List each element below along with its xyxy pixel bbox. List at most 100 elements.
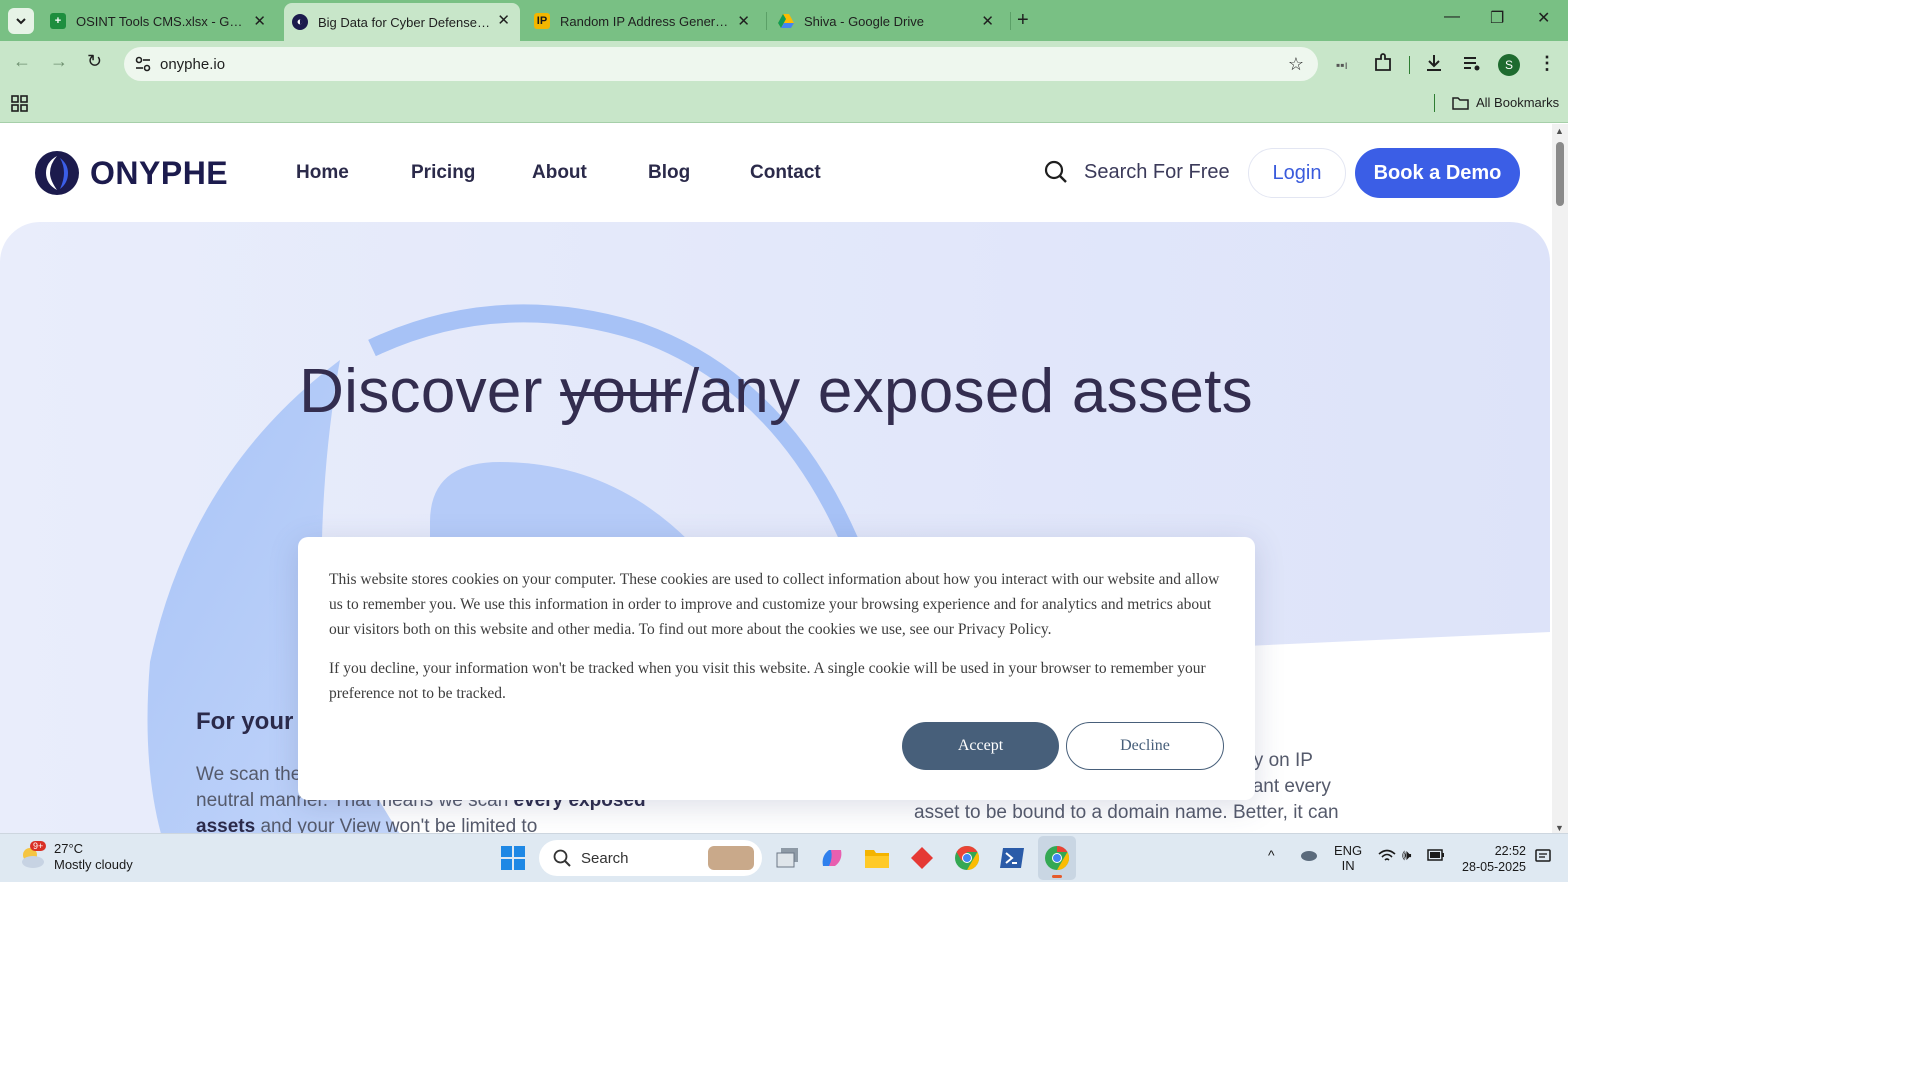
body-line: asset to be bound to a domain name. Bett… [914,802,1339,823]
tab-google-drive[interactable]: Shiva - Google Drive ✕ [772,4,1004,38]
scroll-up-icon[interactable]: ▲ [1555,126,1564,136]
system-clock[interactable]: 22:52 28-05-2025 [1460,843,1526,875]
tab-strip: + OSINT Tools CMS.xlsx - Google ✕ ◐ Big … [0,0,1568,41]
hero-title-post: /any exposed assets [681,357,1253,426]
profile-avatar[interactable]: S [1498,54,1520,76]
cookie-text-secondary: If you decline, your information won't b… [329,660,1206,702]
site-info-icon[interactable] [134,55,152,78]
clock-time: 22:52 [1494,844,1526,858]
search-highlight-icon [708,846,754,870]
ip-icon: IP [534,13,550,29]
wifi-icon[interactable] [1378,849,1396,866]
reload-icon[interactable]: ↻ [87,51,102,72]
logo-text: ONYPHE [90,154,229,191]
clock-date: 28-05-2025 [1462,860,1526,874]
decline-cookies-button[interactable]: Decline [1066,722,1224,770]
windows-taskbar: 9+ 27°C Mostly cloudy Search ^ ENG IN 🕪 … [0,833,1568,882]
close-window-icon[interactable]: ✕ [1537,8,1550,28]
site-logo[interactable]: ONYPHE [34,150,228,196]
hero-title: Discover your/any exposed assets [0,356,1552,427]
accept-cookies-button[interactable]: Accept [902,722,1059,770]
tab-title: Random IP Address Generator, [560,13,730,29]
nav-contact[interactable]: Contact [750,162,821,184]
copilot-icon[interactable] [818,844,846,872]
book-demo-button[interactable]: Book a Demo [1355,148,1520,198]
file-explorer-icon[interactable] [863,844,891,872]
taskbar-search[interactable]: Search [539,840,762,876]
weather-widget[interactable]: 9+ 27°C Mostly cloudy [18,841,133,873]
main-nav: Home Pricing About Blog Contact [296,162,821,184]
scrollbar-thumb[interactable] [1556,142,1564,206]
region-code: IN [1341,858,1355,873]
minimize-icon[interactable]: — [1444,8,1460,26]
all-bookmarks-label: All Bookmarks [1476,95,1560,110]
cookie-text-primary: This website stores cookies on your comp… [329,571,1220,638]
page-viewport: Discover your/any exposed assets For you… [0,124,1552,833]
tab-search-button[interactable] [8,8,34,34]
back-icon[interactable]: ← [13,51,31,72]
search-for-free-link[interactable]: Search For Free [1044,160,1230,184]
powershell-icon[interactable] [998,844,1026,872]
bookmark-star-icon[interactable]: ☆ [1288,54,1304,75]
weather-badge: 9+ [30,841,47,851]
forward-icon[interactable]: → [50,51,68,72]
chevron-down-icon [16,18,26,25]
close-icon[interactable]: ✕ [981,12,994,30]
tab-onyphe[interactable]: ◐ Big Data for Cyber Defense | Ol ✕ [284,3,520,41]
drive-icon [778,13,794,29]
tab-title: Shiva - Google Drive [804,13,924,29]
toolbar-separator [1409,56,1410,74]
onyphe-logo-icon [35,151,79,195]
new-tab-button[interactable]: + [1017,9,1029,32]
bookmarks-bar: All Bookmarks [0,87,1568,123]
task-view-icon[interactable] [774,844,802,872]
reading-list-icon[interactable] [1462,53,1482,78]
address-bar[interactable]: onyphe.io ☆ [124,47,1318,81]
apps-grid-icon[interactable] [11,95,28,117]
media-cast-icon[interactable]: ▪▪ı [1336,58,1348,72]
language-code: ENG [1334,843,1363,858]
scroll-down-icon[interactable]: ▼ [1555,823,1564,833]
tab-separator [766,12,767,30]
cookie-consent-dialog: This website stores cookies on your comp… [298,537,1255,800]
close-icon[interactable]: ✕ [497,11,510,29]
chrome-icon[interactable] [953,844,981,872]
site-header: ONYPHE Home Pricing About Blog Contact S… [0,124,1552,222]
hero-title-strike: your [560,357,682,426]
nav-pricing[interactable]: Pricing [411,162,532,184]
tab-osint-sheet[interactable]: + OSINT Tools CMS.xlsx - Google ✕ [44,4,276,38]
language-indicator[interactable]: ENG IN [1334,843,1362,873]
login-button[interactable]: Login [1248,148,1346,198]
all-bookmarks-button[interactable]: All Bookmarks [1452,95,1559,110]
page-scrollbar[interactable]: ▲ ▼ [1552,124,1568,833]
menu-kebab-icon[interactable]: ⋮ [1538,53,1556,74]
section-heading: For your [196,708,294,735]
volume-icon[interactable]: 🕪 [1402,848,1411,863]
hero-title-pre: Discover [299,357,561,426]
extensions-icon[interactable] [1373,53,1393,78]
nav-blog[interactable]: Blog [648,162,750,184]
diamond-app-icon[interactable] [908,844,936,872]
close-icon[interactable]: ✕ [737,12,750,30]
tab-separator [1010,12,1011,30]
tab-random-ip[interactable]: IP Random IP Address Generator, ✕ [528,4,760,38]
chrome-profile-active-icon[interactable] [1038,836,1076,880]
active-indicator [1052,875,1062,878]
onyphe-icon: ◐ [292,14,308,30]
show-hidden-icons-icon[interactable]: ^ [1268,848,1275,863]
temperature: 27°C [54,841,84,856]
tab-title: OSINT Tools CMS.xlsx - Google [76,13,246,29]
nav-about[interactable]: About [532,162,648,184]
search-icon [1044,160,1067,183]
notifications-icon[interactable] [1535,848,1551,867]
search-icon [553,849,571,867]
close-icon[interactable]: ✕ [253,12,266,30]
download-icon[interactable] [1424,53,1444,78]
battery-icon[interactable] [1427,849,1445,864]
windows-start-icon[interactable] [499,844,527,872]
taskbar-search-label: Search [581,849,629,867]
restore-icon[interactable]: ❐ [1490,8,1504,28]
nav-home[interactable]: Home [296,162,411,184]
weather-description: Mostly cloudy [54,857,133,872]
onedrive-icon[interactable] [1298,848,1318,865]
